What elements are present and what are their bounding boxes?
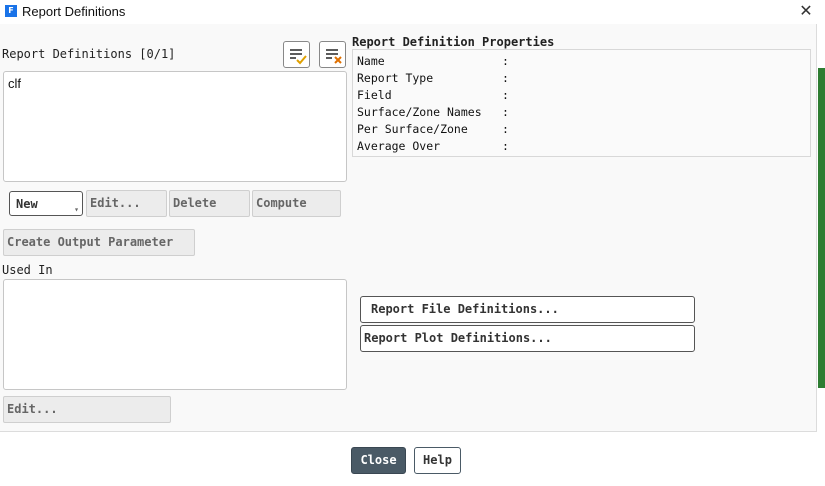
edit-button[interactable]: Edit... [86, 190, 167, 217]
compute-button[interactable]: Compute [252, 190, 341, 217]
deselect-all-icon [326, 49, 342, 64]
properties-box: Name: Report Type: Field: Surface/Zone N… [352, 49, 811, 157]
report-file-definitions-button[interactable]: Report File Definitions... [360, 296, 695, 323]
report-definitions-list[interactable]: clf [3, 71, 347, 182]
create-output-parameter-button[interactable]: Create Output Parameter [3, 229, 195, 256]
chevron-down-icon: ▾ [74, 205, 79, 214]
delete-button[interactable]: Delete [169, 190, 250, 217]
used-in-label: Used In [2, 263, 53, 277]
report-plot-definitions-button[interactable]: Report Plot Definitions... [360, 325, 695, 352]
property-row: Per Surface/Zone: [357, 122, 509, 136]
report-definitions-label: Report Definitions [0/1] [2, 47, 176, 61]
title-bar: F Report Definitions ✕ [0, 0, 825, 24]
used-in-edit-button[interactable]: Edit... [3, 396, 171, 423]
property-row: Report Type: [357, 71, 509, 85]
window-title: Report Definitions [22, 4, 126, 19]
property-row: Field: [357, 88, 509, 102]
select-all-button[interactable] [283, 41, 310, 68]
property-row: Average Over: [357, 139, 509, 153]
close-button[interactable]: Close [351, 447, 406, 474]
app-icon: F [5, 5, 17, 17]
list-item[interactable]: clf [8, 76, 21, 91]
select-all-icon [290, 49, 307, 65]
new-dropdown[interactable]: New ▾ [9, 191, 83, 216]
property-row: Surface/Zone Names: [357, 105, 509, 119]
help-button[interactable]: Help [414, 447, 461, 474]
used-in-list[interactable] [3, 279, 347, 390]
close-icon[interactable]: ✕ [797, 2, 815, 20]
properties-title: Report Definition Properties [352, 35, 555, 49]
property-row: Name: [357, 54, 509, 68]
deselect-all-button[interactable] [319, 41, 346, 68]
scrollbar-accent [818, 68, 825, 388]
new-dropdown-label: New [16, 197, 38, 211]
